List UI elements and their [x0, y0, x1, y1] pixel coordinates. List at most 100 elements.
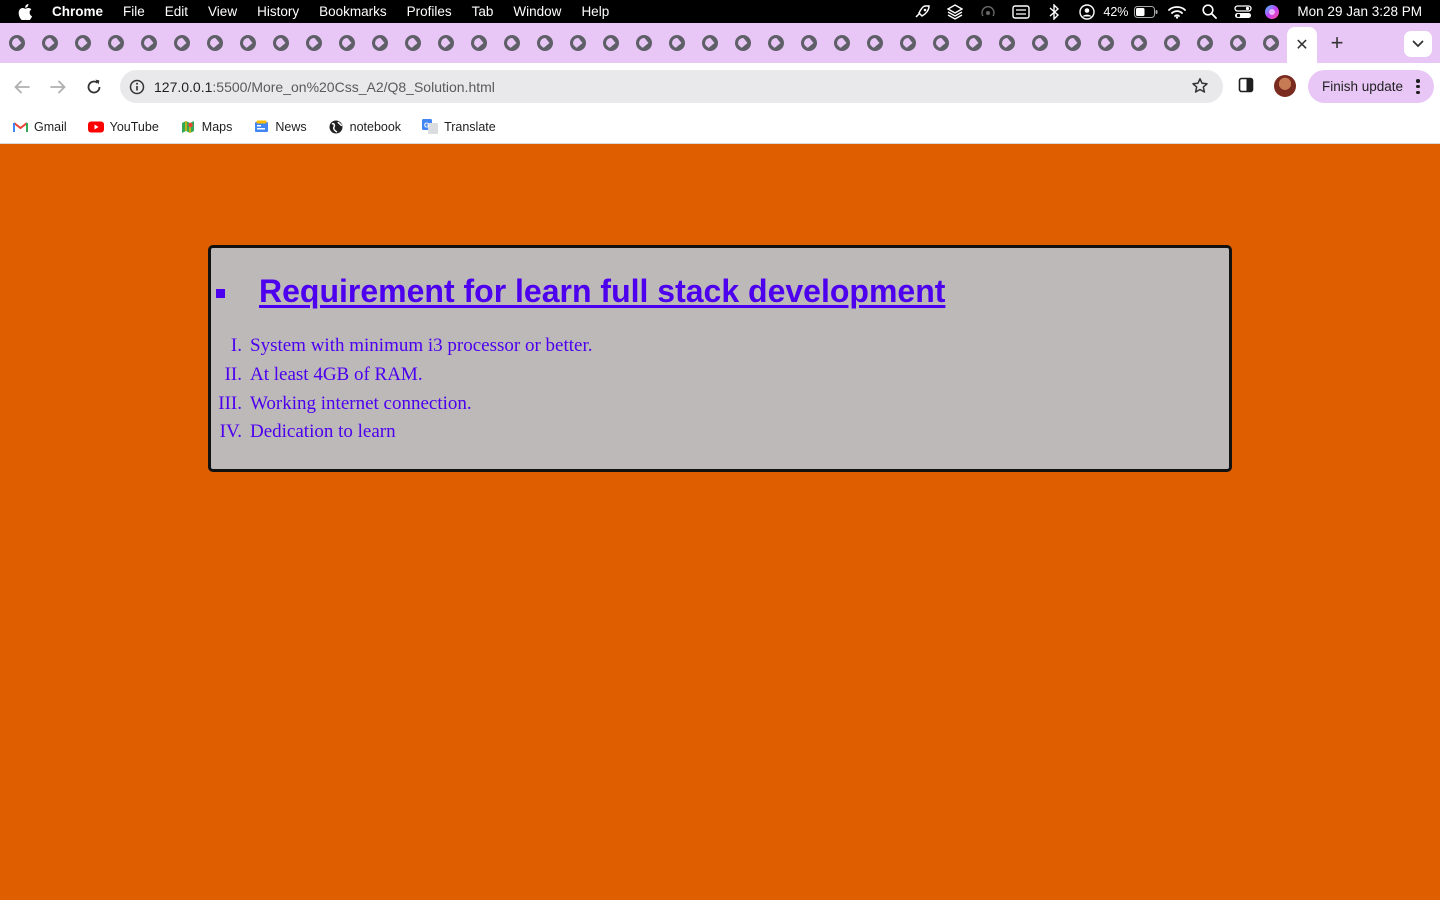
globe-icon: [239, 35, 256, 51]
list-item-text: System with minimum i3 processor or bett…: [250, 335, 593, 357]
tab-item[interactable]: [693, 23, 726, 63]
forward-button[interactable]: [40, 69, 76, 105]
tab-item[interactable]: [990, 23, 1023, 63]
address-bar[interactable]: 127.0.0.1:5500/More_on%20Css_A2/Q8_Solut…: [120, 70, 1223, 103]
tab-item[interactable]: [231, 23, 264, 63]
active-tab[interactable]: ✕: [1287, 27, 1317, 63]
menu-window[interactable]: Window: [503, 4, 571, 19]
menu-tab[interactable]: Tab: [462, 4, 504, 19]
globe-icon: [833, 35, 850, 51]
apple-menu-icon[interactable]: [0, 3, 50, 20]
tab-item[interactable]: [0, 23, 33, 63]
tab-item[interactable]: [297, 23, 330, 63]
menu-edit[interactable]: Edit: [155, 4, 198, 19]
rocket-icon[interactable]: [905, 0, 938, 23]
tab-item[interactable]: [165, 23, 198, 63]
new-tab-button[interactable]: +: [1317, 30, 1357, 56]
wifi-icon[interactable]: [1160, 0, 1193, 23]
spotlight-search-icon[interactable]: [1193, 0, 1226, 23]
menu-file[interactable]: File: [113, 4, 155, 19]
tab-item[interactable]: [858, 23, 891, 63]
airdrop-icon[interactable]: [971, 0, 1004, 23]
tab-item[interactable]: [1221, 23, 1254, 63]
youtube-icon: [87, 120, 104, 134]
tab-strip: ✕ +: [0, 23, 1440, 63]
menu-help[interactable]: Help: [571, 4, 619, 19]
bookmark-label: notebook: [349, 119, 402, 134]
bookmark-gmail[interactable]: Gmail: [12, 120, 67, 134]
maps-icon: [180, 120, 196, 134]
globe-icon: [932, 35, 949, 51]
tab-item[interactable]: [1089, 23, 1122, 63]
bookmark-news[interactable]: News: [253, 120, 307, 134]
close-tab-icon[interactable]: ✕: [1295, 35, 1308, 55]
bookmarks-bar: Gmail YouTube Maps News notebook G Trans…: [0, 110, 1440, 144]
tab-item[interactable]: [627, 23, 660, 63]
globe-icon: [866, 35, 883, 51]
reload-button[interactable]: [76, 69, 112, 105]
tab-item[interactable]: [198, 23, 231, 63]
tab-item[interactable]: [1254, 23, 1287, 63]
layers-icon[interactable]: [938, 0, 971, 23]
url-text[interactable]: 127.0.0.1:5500/More_on%20Css_A2/Q8_Solut…: [154, 79, 495, 95]
menu-view[interactable]: View: [198, 4, 247, 19]
bookmark-notebook[interactable]: notebook: [328, 120, 401, 134]
menu-clock[interactable]: Mon 29 Jan 3:28 PM: [1297, 4, 1422, 19]
control-center-icon[interactable]: [1226, 0, 1259, 23]
site-info-icon[interactable]: [120, 79, 154, 95]
tab-item[interactable]: [429, 23, 462, 63]
globe-icon: [569, 35, 586, 51]
tab-item[interactable]: [792, 23, 825, 63]
tab-item[interactable]: [561, 23, 594, 63]
tab-item[interactable]: [660, 23, 693, 63]
tab-item[interactable]: [462, 23, 495, 63]
globe-icon: [305, 35, 322, 51]
list-numeral: III.: [218, 392, 242, 414]
finish-update-button[interactable]: Finish update: [1308, 70, 1434, 103]
tab-item[interactable]: [924, 23, 957, 63]
menu-bookmarks[interactable]: Bookmarks: [309, 4, 397, 19]
bookmark-youtube[interactable]: YouTube: [87, 120, 159, 134]
user-account-icon[interactable]: [1070, 0, 1103, 23]
bookmark-star-icon[interactable]: [1191, 77, 1209, 100]
bluetooth-icon[interactable]: [1037, 0, 1070, 23]
gmail-icon: [12, 120, 28, 134]
tab-item[interactable]: [825, 23, 858, 63]
tab-item[interactable]: [132, 23, 165, 63]
tab-item[interactable]: [1023, 23, 1056, 63]
tab-item[interactable]: [495, 23, 528, 63]
tab-item[interactable]: [33, 23, 66, 63]
tab-item[interactable]: [528, 23, 561, 63]
url-host: 127.0.0.1: [154, 78, 213, 95]
menu-profiles[interactable]: Profiles: [397, 4, 462, 19]
tab-item[interactable]: [726, 23, 759, 63]
tab-item[interactable]: [759, 23, 792, 63]
tab-item[interactable]: [594, 23, 627, 63]
tab-item[interactable]: [957, 23, 990, 63]
tab-item[interactable]: [264, 23, 297, 63]
tab-search-button[interactable]: [1404, 31, 1432, 57]
finish-update-label: Finish update: [1322, 79, 1404, 94]
bookmark-translate[interactable]: G Translate: [422, 119, 496, 134]
menu-history[interactable]: History: [247, 4, 309, 19]
square-bullet-icon: [216, 289, 225, 298]
tab-item[interactable]: [66, 23, 99, 63]
tab-item[interactable]: [363, 23, 396, 63]
tab-item[interactable]: [396, 23, 429, 63]
side-panel-icon[interactable]: [1238, 77, 1254, 98]
tab-item[interactable]: [1122, 23, 1155, 63]
globe-icon: [173, 35, 190, 51]
tab-item[interactable]: [330, 23, 363, 63]
tab-item[interactable]: [1155, 23, 1188, 63]
battery-icon[interactable]: [1132, 0, 1160, 23]
keyboard-icon[interactable]: [1004, 0, 1037, 23]
tab-item[interactable]: [891, 23, 924, 63]
bookmark-maps[interactable]: Maps: [180, 120, 232, 134]
menu-app-name[interactable]: Chrome: [50, 4, 113, 19]
tab-item[interactable]: [1056, 23, 1089, 63]
profile-avatar[interactable]: [1274, 75, 1296, 97]
back-button[interactable]: [4, 69, 40, 105]
tab-item[interactable]: [1188, 23, 1221, 63]
siri-icon[interactable]: [1259, 0, 1285, 23]
tab-item[interactable]: [99, 23, 132, 63]
